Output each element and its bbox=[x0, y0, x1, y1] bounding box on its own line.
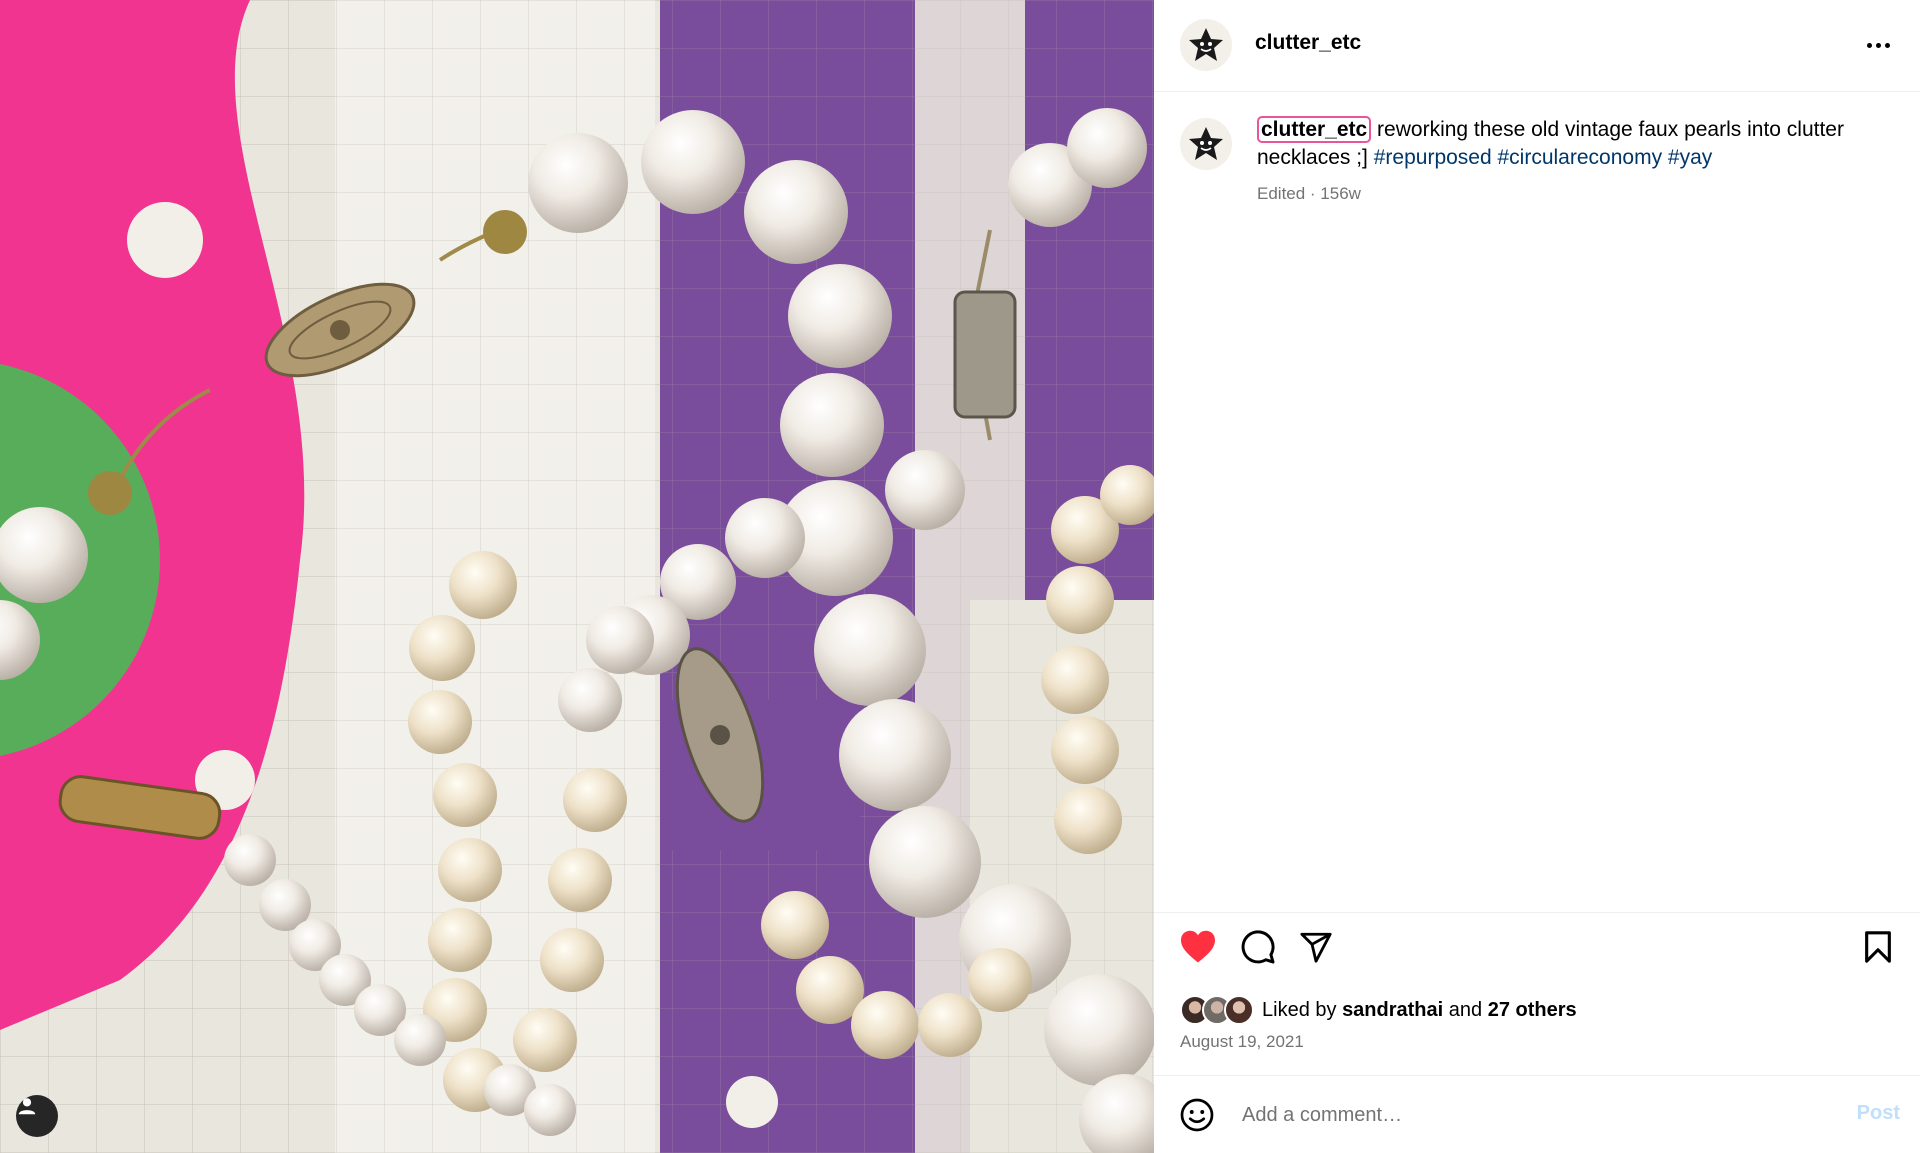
share-button[interactable] bbox=[1296, 927, 1336, 967]
post-date[interactable]: August 19, 2021 bbox=[1180, 1032, 1304, 1052]
likes-summary[interactable]: Liked by sandrathai and 27 others bbox=[1180, 994, 1577, 1026]
comment-button[interactable] bbox=[1238, 927, 1278, 967]
caption-edited-timestamp: Edited · 156w bbox=[1257, 184, 1361, 203]
liked-by-user-link[interactable]: sandrathai bbox=[1342, 999, 1443, 1022]
bookmark-icon bbox=[1865, 931, 1891, 963]
more-options-button[interactable] bbox=[1860, 30, 1896, 60]
comment-bubble-icon bbox=[1241, 930, 1275, 964]
liker-avatars bbox=[1180, 995, 1254, 1025]
post-header: clutter_etc bbox=[1154, 0, 1920, 92]
star-face-avatar-icon bbox=[1189, 28, 1223, 61]
emoji-button[interactable] bbox=[1178, 1096, 1216, 1134]
hashtag-repurposed[interactable]: #repurposed bbox=[1374, 146, 1492, 169]
star-face-avatar-icon bbox=[1189, 127, 1223, 160]
comment-bar: Post bbox=[1154, 1075, 1920, 1153]
caption-username[interactable]: clutter_etc bbox=[1257, 116, 1372, 143]
caption-avatar[interactable] bbox=[1180, 118, 1232, 170]
save-button[interactable] bbox=[1858, 927, 1898, 967]
more-dot bbox=[1875, 42, 1881, 48]
hashtag-yay[interactable]: #yay bbox=[1668, 146, 1712, 169]
more-horizontal-icon bbox=[1866, 42, 1872, 48]
caption-text: clutter_etc reworking these old vintage … bbox=[1257, 116, 1877, 172]
heart-filled-icon bbox=[1181, 930, 1215, 963]
post-author-username[interactable]: clutter_etc bbox=[1255, 31, 1361, 55]
like-button[interactable] bbox=[1178, 927, 1218, 967]
likes-prefix: Liked by bbox=[1262, 998, 1343, 1021]
smiley-icon bbox=[1180, 1098, 1214, 1132]
more-dot bbox=[1884, 42, 1890, 48]
post-side-panel: clutter_etc clutter_etc reworking these … bbox=[1154, 0, 1920, 1153]
hashtag-circulareconomy[interactable]: #circulareconomy bbox=[1498, 146, 1663, 169]
caption-section: clutter_etc reworking these old vintage … bbox=[1154, 92, 1920, 912]
post-comment-button[interactable]: Post bbox=[1857, 1102, 1900, 1125]
user-silhouette-icon bbox=[18, 1098, 36, 1115]
paper-plane-icon bbox=[1300, 932, 1332, 963]
avatar[interactable] bbox=[1180, 19, 1232, 71]
liker-avatar bbox=[1224, 995, 1254, 1025]
post-photo[interactable] bbox=[0, 0, 1154, 1153]
likes-and: and bbox=[1443, 998, 1488, 1021]
tagged-users-button[interactable] bbox=[16, 1095, 58, 1137]
comment-input[interactable] bbox=[1242, 1094, 1802, 1136]
likes-others-link[interactable]: 27 others bbox=[1488, 999, 1577, 1022]
pearl-necklaces-image bbox=[0, 0, 1154, 1153]
post-actions-bar bbox=[1154, 912, 1920, 978]
